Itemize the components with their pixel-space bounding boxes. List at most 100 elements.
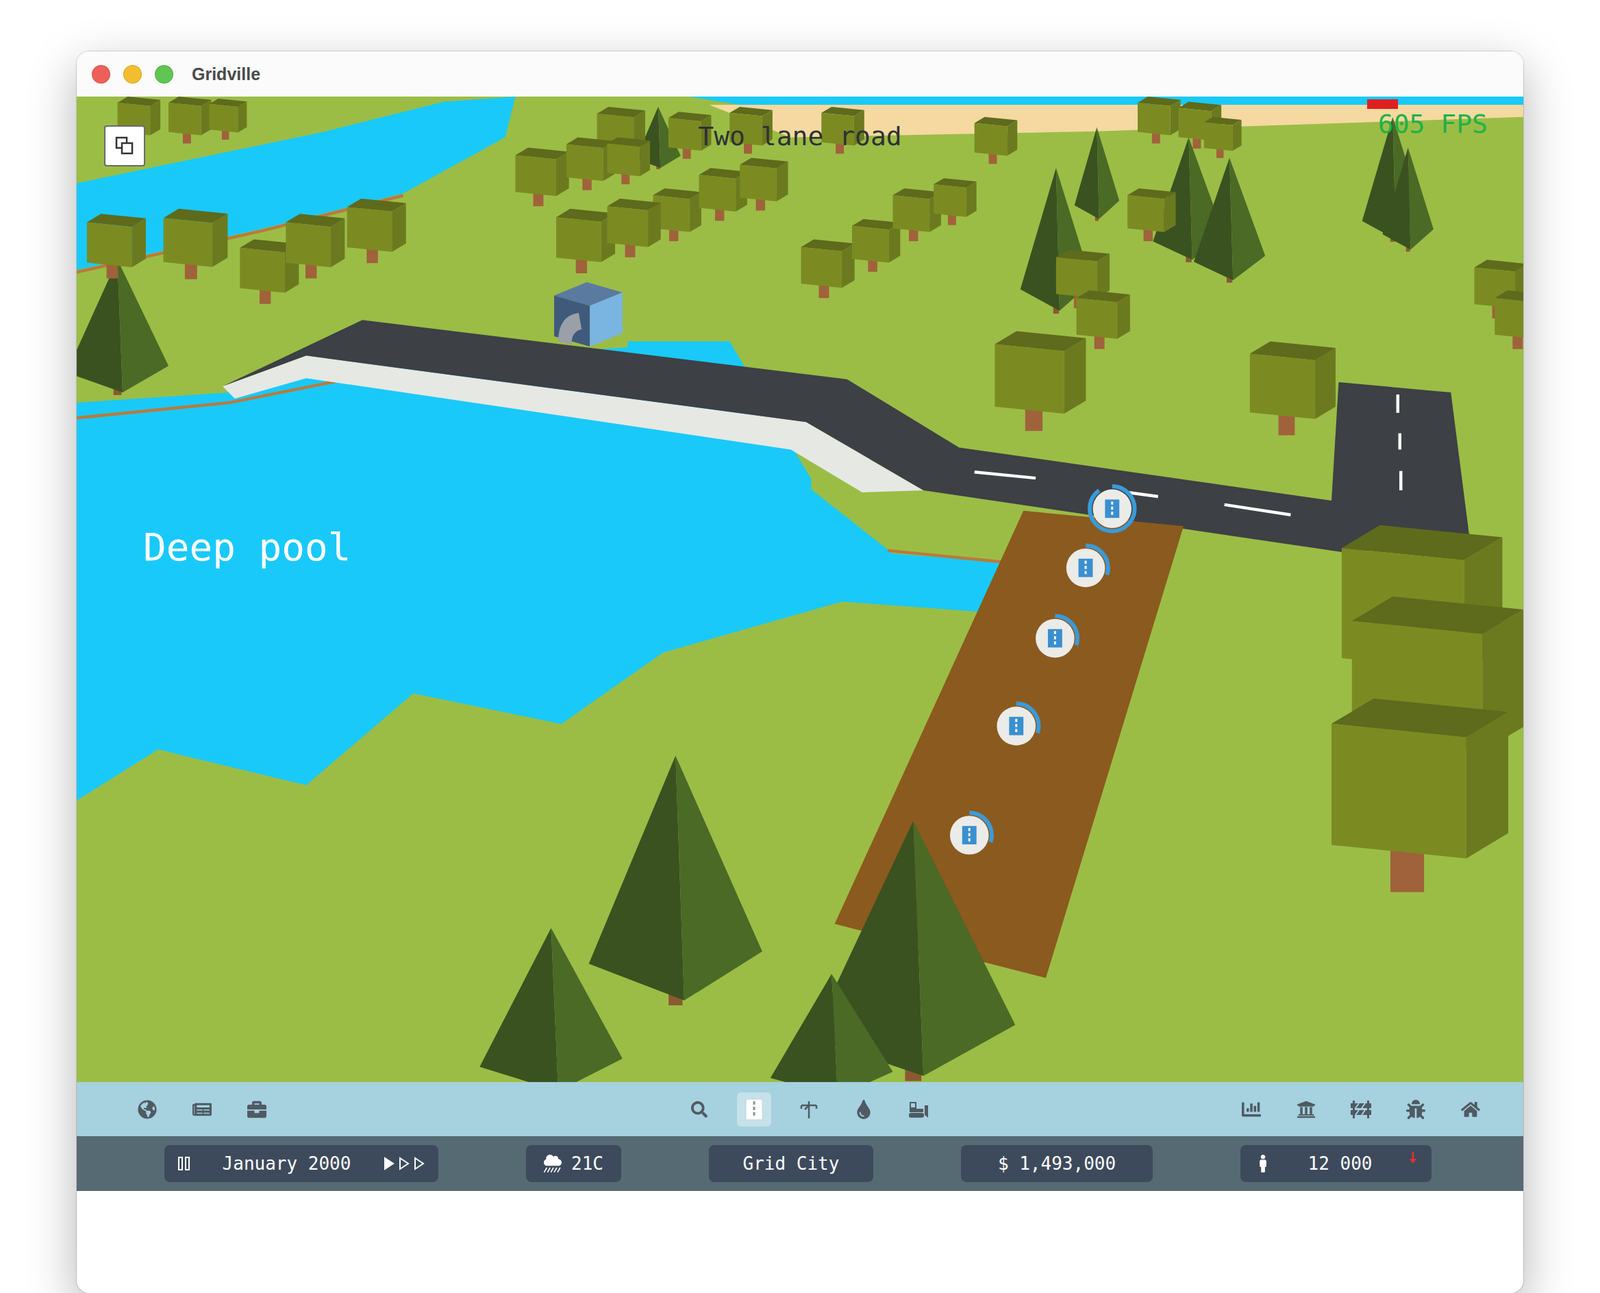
water-pump[interactable] [554, 282, 623, 347]
barrier-tool-button[interactable] [1343, 1092, 1379, 1127]
pine-tree [589, 755, 763, 1006]
city-name: Grid City [743, 1153, 840, 1174]
power-pole-icon [798, 1099, 820, 1120]
money: $ 1,493,000 [997, 1153, 1116, 1174]
bulldozer-tool-button[interactable] [901, 1092, 936, 1127]
globe-icon [137, 1100, 157, 1120]
view-toggle-icon [114, 135, 135, 157]
window: Gridville Two lane road 605 FPS Deep pool Ja… [76, 51, 1524, 1293]
road-icon [1104, 499, 1120, 518]
power-tool-button[interactable] [791, 1092, 827, 1127]
road-icon [1008, 717, 1024, 736]
water [689, 96, 1524, 105]
desktop: Gridville Two lane road 605 FPS Deep pool Ja… [0, 0, 1600, 1293]
population-pill[interactable]: 12 000 [1240, 1145, 1432, 1183]
road[interactable] [222, 319, 1470, 554]
tree [606, 137, 650, 185]
bank-tool-button[interactable] [1289, 1092, 1324, 1127]
home-icon [1460, 1100, 1481, 1120]
construction-marker[interactable] [946, 813, 992, 859]
view-toggle-button[interactable] [104, 125, 146, 167]
tree [347, 198, 407, 264]
toolbar-left [130, 1092, 274, 1127]
globe-tool-button[interactable] [130, 1092, 165, 1127]
tree [800, 239, 855, 299]
pause-icon [178, 1156, 183, 1171]
progress-ring [946, 813, 992, 859]
road-icon [745, 1098, 764, 1121]
toolbar-right [1234, 1092, 1488, 1127]
construction-marker[interactable] [1032, 615, 1079, 661]
construction-marker[interactable] [993, 703, 1040, 749]
toolbar-center [682, 1092, 936, 1127]
road-tool-button[interactable] [736, 1092, 772, 1127]
tree [1127, 188, 1176, 242]
window-title: Gridville [191, 64, 261, 85]
weather-pill: 21C [526, 1145, 622, 1183]
game-viewport[interactable]: Two lane road 605 FPS Deep pool [76, 96, 1524, 1083]
road-icon [962, 826, 977, 845]
minimize-button[interactable] [123, 65, 142, 84]
money-pill[interactable]: $ 1,493,000 [960, 1145, 1153, 1183]
pine-tree [1074, 127, 1120, 222]
area-label: Deep pool [143, 524, 351, 570]
bank-icon [1296, 1100, 1316, 1120]
speed-controls [383, 1156, 425, 1171]
population: 12 000 [1308, 1153, 1373, 1174]
water-tool-button[interactable] [846, 1092, 881, 1127]
tree [1250, 341, 1336, 436]
home-tool-button[interactable] [1453, 1092, 1488, 1127]
grass [76, 96, 1524, 1083]
pine-tree [1382, 147, 1433, 252]
tree [86, 213, 146, 279]
barrier-icon [1350, 1099, 1372, 1120]
construction-marker[interactable] [1063, 545, 1109, 591]
road-icon [1047, 629, 1063, 648]
status-bar: January 2000 21C Grid City $ 1,493,000 12 00… [76, 1136, 1524, 1192]
bulldozer-icon [907, 1100, 930, 1120]
fps-counter: 605 FPS [1378, 108, 1488, 140]
play-icon [413, 1156, 425, 1171]
trend-down-icon [1408, 1150, 1418, 1165]
progress-ring [993, 703, 1040, 749]
date-pill: January 2000 [164, 1145, 439, 1183]
zoom-button[interactable] [154, 65, 174, 84]
pine-tree [1193, 157, 1266, 283]
speed-button[interactable] [413, 1156, 425, 1171]
briefcase-tool-button[interactable] [239, 1092, 274, 1127]
tree [515, 147, 569, 207]
tree [1494, 290, 1524, 350]
tool-label: Two lane road [697, 121, 902, 152]
title-bar: Gridville [76, 51, 1524, 97]
pause-button[interactable] [178, 1156, 190, 1171]
tree [209, 98, 248, 140]
construction-marker[interactable] [1089, 486, 1135, 532]
tree [163, 208, 229, 280]
search-tool-button[interactable] [682, 1092, 717, 1127]
tree [168, 96, 212, 144]
pine-tree [479, 928, 623, 1083]
newspaper-icon [192, 1100, 212, 1120]
game-scene[interactable] [76, 96, 1524, 1083]
frame-time-bar [1367, 99, 1398, 109]
rain-cloud-icon [543, 1154, 562, 1173]
close-button[interactable] [91, 65, 111, 84]
person-icon [1254, 1154, 1272, 1173]
search-icon [691, 1101, 708, 1118]
play-icon [383, 1156, 395, 1171]
chart-tool-button[interactable] [1234, 1092, 1269, 1127]
tree [933, 178, 977, 226]
tree [739, 157, 788, 211]
news-tool-button[interactable] [184, 1092, 220, 1127]
speed-button[interactable] [398, 1156, 410, 1171]
speed-button[interactable] [383, 1156, 395, 1171]
tree [994, 331, 1086, 432]
progress-ring [1063, 545, 1109, 591]
lane-markings [974, 394, 1402, 516]
pine-tree [76, 259, 169, 396]
tree [1204, 117, 1242, 159]
city-pill[interactable]: Grid City [708, 1145, 874, 1183]
progress-ring [1089, 486, 1135, 532]
chart-icon [1241, 1100, 1261, 1120]
bug-tool-button[interactable] [1398, 1092, 1433, 1127]
